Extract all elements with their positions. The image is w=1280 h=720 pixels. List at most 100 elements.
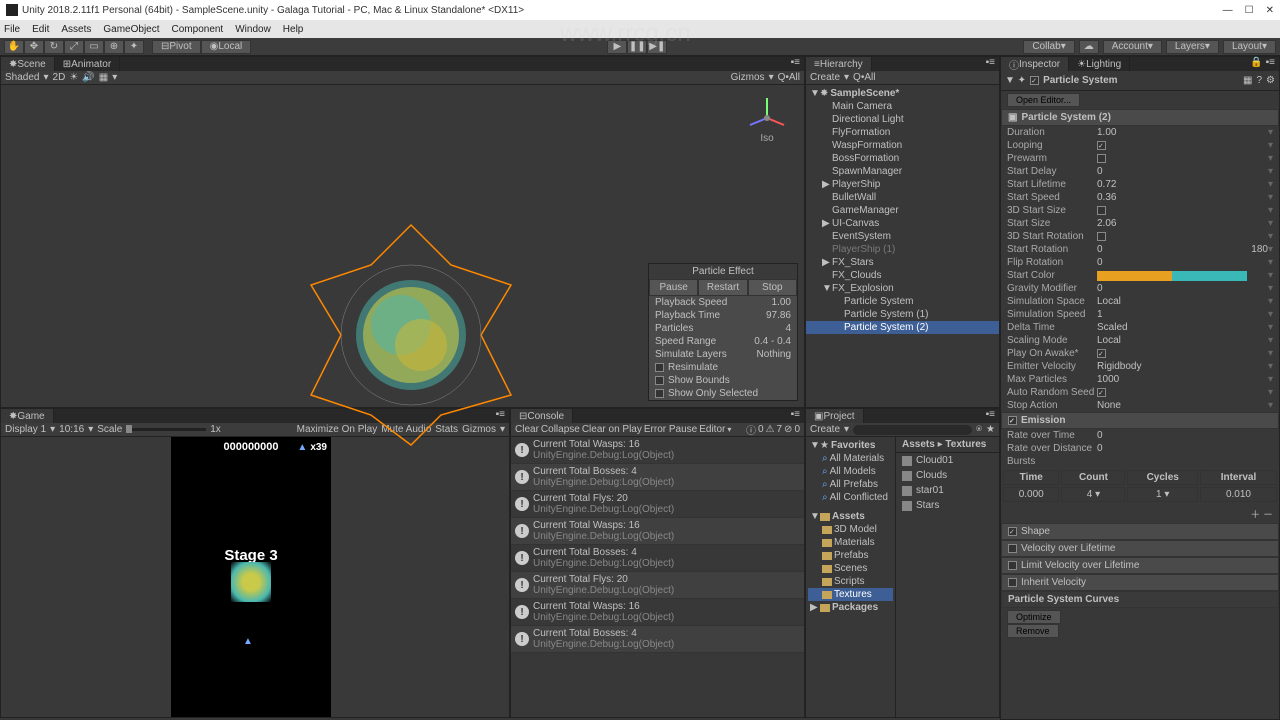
- help-icon[interactable]: ?: [1256, 75, 1262, 86]
- transform-tool[interactable]: ⊕: [104, 40, 124, 54]
- menu-file[interactable]: File: [4, 24, 20, 35]
- burst-row[interactable]: 0.0004 ▾1 ▾0.010: [1003, 487, 1277, 502]
- console-editor-dropdown[interactable]: Editor: [699, 424, 725, 435]
- gameobject-name[interactable]: Particle System: [1043, 75, 1118, 86]
- asset-folder[interactable]: Prefabs: [808, 549, 893, 562]
- settings-icon[interactable]: ⚙: [1266, 75, 1275, 86]
- tab-lighting[interactable]: ☀ Lighting: [1069, 57, 1130, 71]
- assets-folder[interactable]: ▼ Assets: [808, 510, 893, 523]
- tab-animator[interactable]: ⊞ Animator: [55, 57, 120, 71]
- game-view[interactable]: 000000000 ▲ x39 Stage 3 ▲: [1, 437, 509, 717]
- local-toggle[interactable]: ◉ Local: [201, 40, 252, 54]
- console-error-pause-toggle[interactable]: Error Pause: [644, 424, 697, 435]
- resolution-dropdown[interactable]: 10:16: [59, 424, 84, 435]
- hierarchy-item[interactable]: PlayerShip (1): [806, 243, 999, 256]
- console-entry[interactable]: !Current Total Flys: 20UnityEngine.Debug…: [511, 572, 804, 599]
- console-entry[interactable]: !Current Total Wasps: 16UnityEngine.Debu…: [511, 437, 804, 464]
- console-entry[interactable]: !Current Total Wasps: 16UnityEngine.Debu…: [511, 599, 804, 626]
- menu-gameobject[interactable]: GameObject: [103, 24, 159, 35]
- rotate-tool[interactable]: ↻: [44, 40, 64, 54]
- curves-header[interactable]: Particle System Curves: [1001, 591, 1279, 608]
- hierarchy-item[interactable]: Directional Light: [806, 113, 999, 126]
- tab-project[interactable]: ▣ Project: [806, 409, 864, 423]
- pivot-toggle[interactable]: ⊟ Pivot: [152, 40, 201, 54]
- scene-root[interactable]: ▼✸ SampleScene*: [806, 87, 999, 100]
- panel-options-icon[interactable]: ▪≡: [982, 57, 999, 71]
- module-main[interactable]: ▣Particle System (2): [1001, 109, 1279, 126]
- project-file[interactable]: Cloud01: [896, 453, 999, 468]
- layers-dropdown[interactable]: Layers ▾: [1166, 40, 1219, 54]
- packages-folder[interactable]: ▶ Packages: [808, 601, 893, 614]
- property-checkbox[interactable]: [1097, 232, 1106, 241]
- scene-search[interactable]: Q•All: [778, 72, 800, 83]
- project-file[interactable]: Stars: [896, 498, 999, 513]
- close-icon[interactable]: ✕: [1266, 5, 1274, 16]
- property-checkbox[interactable]: [1097, 141, 1106, 150]
- fx-toggle-icon[interactable]: ▦: [99, 72, 108, 83]
- rect-tool[interactable]: ▭: [84, 40, 104, 54]
- property-checkbox[interactable]: [1097, 388, 1106, 397]
- maximize-icon[interactable]: ☐: [1245, 5, 1254, 16]
- optimize-button[interactable]: Optimize: [1007, 610, 1061, 624]
- property-checkbox[interactable]: [1097, 206, 1106, 215]
- collab-dropdown[interactable]: Collab ▾: [1023, 40, 1074, 54]
- lock-icon[interactable]: 🔒 ▪≡: [1246, 57, 1279, 71]
- console-entry[interactable]: !Current Total Bosses: 4UnityEngine.Debu…: [511, 464, 804, 491]
- tab-game[interactable]: ✸ Game: [1, 409, 54, 423]
- menu-edit[interactable]: Edit: [32, 24, 49, 35]
- hierarchy-item[interactable]: GameManager: [806, 204, 999, 217]
- asset-folder[interactable]: Scenes: [808, 562, 893, 575]
- static-icon[interactable]: ▦: [1243, 75, 1252, 86]
- particle-stop-button[interactable]: Stop: [748, 279, 797, 296]
- step-button[interactable]: ▶❚: [647, 40, 667, 54]
- console-collapse-toggle[interactable]: Collapse: [541, 424, 580, 435]
- remove-burst-button[interactable]: －: [1263, 510, 1273, 521]
- console-clear-on-play-toggle[interactable]: Clear on Play: [582, 424, 642, 435]
- orientation-gizmo[interactable]: Iso: [742, 93, 792, 143]
- hierarchy-item[interactable]: BulletWall: [806, 191, 999, 204]
- add-burst-button[interactable]: ＋: [1250, 510, 1260, 521]
- menu-window[interactable]: Window: [235, 24, 271, 35]
- console-entry[interactable]: !Current Total Flys: 20UnityEngine.Debug…: [511, 491, 804, 518]
- play-button[interactable]: ▶: [607, 40, 627, 54]
- remove-button[interactable]: Remove: [1007, 624, 1059, 638]
- console-entry[interactable]: !Current Total Bosses: 4UnityEngine.Debu…: [511, 545, 804, 572]
- display-dropdown[interactable]: Display 1: [5, 424, 46, 435]
- hierarchy-item[interactable]: ▶FX_Stars: [806, 256, 999, 269]
- hierarchy-item[interactable]: FlyFormation: [806, 126, 999, 139]
- open-editor-button[interactable]: Open Editor...: [1007, 93, 1080, 107]
- tab-inspector[interactable]: ⓘ Inspector: [1001, 57, 1069, 71]
- project-file[interactable]: star01: [896, 483, 999, 498]
- hierarchy-item[interactable]: BossFormation: [806, 152, 999, 165]
- color-field[interactable]: [1097, 271, 1247, 281]
- hand-tool[interactable]: ✋: [4, 40, 24, 54]
- tab-hierarchy[interactable]: ≡ Hierarchy: [806, 57, 872, 71]
- 2d-toggle[interactable]: 2D: [53, 72, 66, 83]
- save-filter-icon[interactable]: ★: [986, 424, 995, 435]
- console-entry[interactable]: !Current Total Wasps: 16UnityEngine.Debu…: [511, 518, 804, 545]
- hierarchy-item[interactable]: EventSystem: [806, 230, 999, 243]
- particle-pause-button[interactable]: Pause: [649, 279, 698, 296]
- minimize-icon[interactable]: —: [1223, 5, 1233, 16]
- gizmos-dropdown[interactable]: Gizmos: [731, 72, 765, 83]
- shading-dropdown[interactable]: Shaded: [5, 72, 39, 83]
- hierarchy-item[interactable]: Particle System: [806, 295, 999, 308]
- console-entry[interactable]: !Current Total Bosses: 4UnityEngine.Debu…: [511, 626, 804, 653]
- error-count-icon[interactable]: ⊘: [784, 424, 792, 435]
- favorite-item[interactable]: ⌕ All Conflicted: [808, 491, 893, 504]
- custom-tool[interactable]: ✦: [124, 40, 144, 54]
- favorite-item[interactable]: ⌕ All Prefabs: [808, 478, 893, 491]
- scale-tool[interactable]: ⤢: [64, 40, 84, 54]
- project-create-dropdown[interactable]: Create: [810, 424, 840, 435]
- favorite-item[interactable]: ⌕ All Materials: [808, 452, 893, 465]
- hierarchy-create-dropdown[interactable]: Create: [810, 72, 840, 83]
- scale-slider[interactable]: [126, 428, 206, 431]
- project-search[interactable]: [853, 425, 972, 435]
- hierarchy-item[interactable]: Particle System (1): [806, 308, 999, 321]
- hierarchy-item[interactable]: Particle System (2): [806, 321, 999, 334]
- module-inherit-velocity[interactable]: Inherit Velocity: [1001, 574, 1279, 591]
- asset-folder[interactable]: Scripts: [808, 575, 893, 588]
- cloud-icon[interactable]: ☁: [1079, 40, 1099, 54]
- account-dropdown[interactable]: Account ▾: [1103, 40, 1162, 54]
- property-checkbox[interactable]: [1097, 349, 1106, 358]
